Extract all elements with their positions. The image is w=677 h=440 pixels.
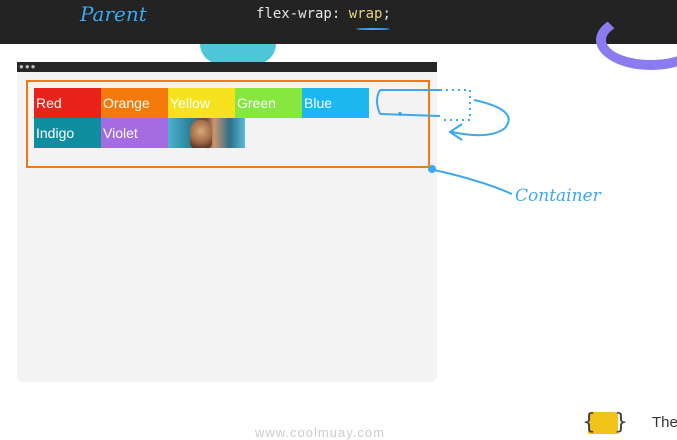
annotation-dot: [398, 112, 402, 116]
annotation-bracket: [376, 89, 441, 117]
wrap-arrow: [451, 99, 510, 137]
footer-url: www.coolmuay.com: [255, 425, 385, 440]
brand-text: The: [652, 414, 677, 431]
logo-bracket-left: {: [582, 410, 596, 435]
container-pointer-dot: [428, 165, 436, 173]
container-pointer-line: [433, 169, 513, 195]
logo-bracket-right: }: [614, 410, 628, 435]
container-annotation: Container: [515, 186, 601, 206]
annotation-dotted-box: [440, 89, 471, 121]
annotation-overlay: [376, 89, 513, 195]
